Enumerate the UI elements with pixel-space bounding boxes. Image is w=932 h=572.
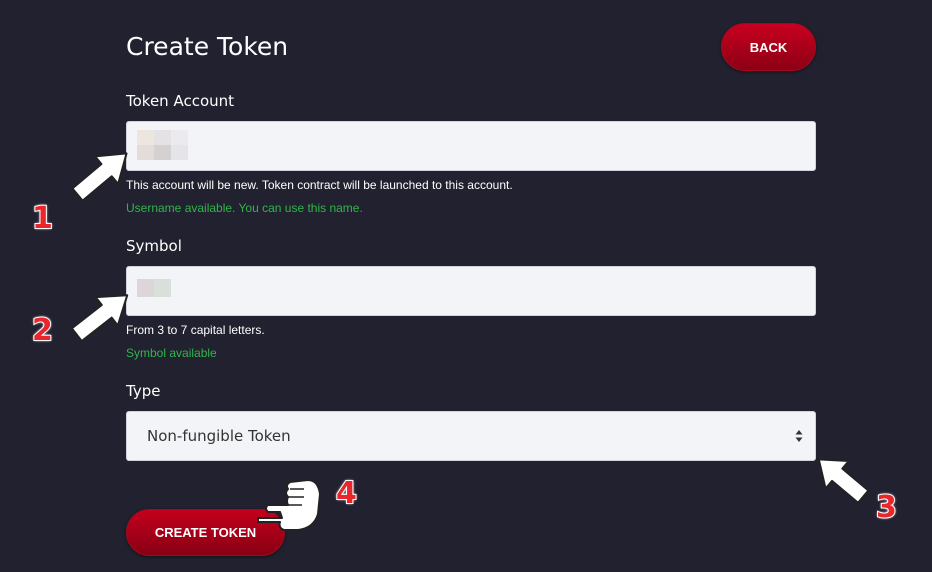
arrow-pointer-icon (71, 152, 128, 202)
symbol-input[interactable] (126, 266, 816, 316)
token-account-label: Token Account (126, 92, 235, 110)
sort-arrows-icon (795, 430, 803, 442)
annotation-number-2: 2 (31, 312, 54, 349)
arrow-pointer-icon (70, 294, 129, 343)
annotation-number-3: 3 (875, 489, 898, 526)
back-button[interactable]: BACK (721, 23, 816, 71)
symbol-hint: From 3 to 7 capital letters. (126, 323, 265, 337)
hand-pointer-icon (257, 479, 321, 531)
type-label: Type (126, 382, 161, 400)
arrow-pointer-icon (817, 458, 870, 504)
annotation-number-4: 4 (335, 475, 358, 512)
token-account-status: Username available. You can use this nam… (126, 201, 363, 215)
redacted-value (137, 279, 171, 297)
annotation-number-1: 1 (31, 200, 54, 237)
page-title: Create Token (126, 32, 289, 61)
type-select-value: Non-fungible Token (147, 427, 291, 445)
type-select[interactable]: Non-fungible Token (126, 411, 816, 461)
redacted-value (137, 130, 188, 160)
symbol-label: Symbol (126, 237, 182, 255)
token-account-hint: This account will be new. Token contract… (126, 178, 513, 192)
symbol-status: Symbol available (126, 346, 217, 360)
token-account-input[interactable] (126, 121, 816, 171)
